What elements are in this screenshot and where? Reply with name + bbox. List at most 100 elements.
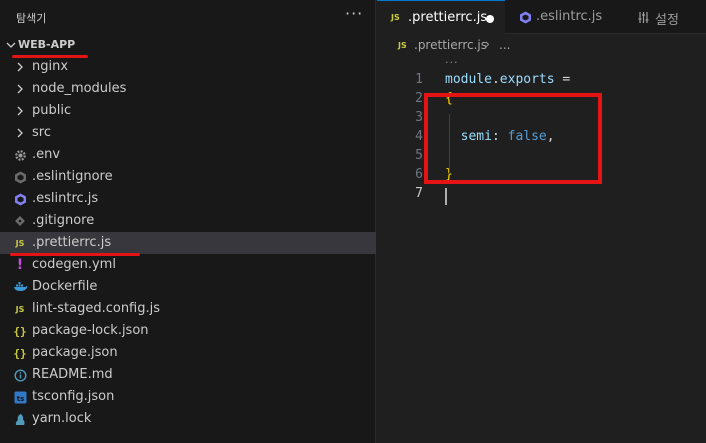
tree-item-icon-wrap: {} bbox=[12, 323, 28, 339]
code-token: module bbox=[445, 72, 492, 87]
text-cursor bbox=[445, 188, 447, 205]
tree-file[interactable]: .eslintrc.js bbox=[0, 188, 376, 210]
tab-eslintrc[interactable]: .eslintrc.js bbox=[505, 0, 623, 34]
tree-item-icon-wrap bbox=[12, 81, 28, 97]
tree-file[interactable]: JS lint-staged.config.js bbox=[0, 298, 376, 320]
tree-file[interactable]: Dockerfile bbox=[0, 276, 376, 298]
tree-file[interactable]: {} package-lock.json bbox=[0, 320, 376, 342]
breadcrumb-file[interactable]: .prettierrc.js bbox=[414, 38, 487, 52]
tree-item-icon-wrap bbox=[12, 169, 28, 185]
chevron-right-icon bbox=[17, 128, 23, 138]
yarn-icon bbox=[15, 413, 25, 425]
code-editor[interactable]: ··· 1 module.exports = 2{3 4 semi: false, 5 6… bbox=[377, 56, 706, 443]
eslint-icon bbox=[520, 11, 531, 24]
code-token: . bbox=[491, 72, 500, 87]
tree-file[interactable]: {} package.json bbox=[0, 342, 376, 364]
line-number: 4 bbox=[415, 129, 423, 144]
tree-file[interactable]: JS .prettierrc.js bbox=[0, 232, 376, 254]
tree-file[interactable]: ts tsconfig.json bbox=[0, 386, 376, 408]
tree-item-icon-wrap: {} bbox=[12, 345, 28, 361]
tree-item-label: .eslintrc.js bbox=[32, 191, 99, 206]
chevron-right-icon bbox=[17, 84, 23, 94]
root-folder-label: WEB-APP bbox=[18, 38, 76, 51]
tab-label: 설정 bbox=[655, 13, 679, 28]
tree-file[interactable]: README.md bbox=[0, 364, 376, 386]
json-icon: {} bbox=[13, 346, 27, 360]
tree-item-icon-wrap bbox=[12, 213, 28, 229]
tree-item-label: public bbox=[32, 103, 72, 118]
unsaved-dot-icon[interactable] bbox=[486, 15, 494, 23]
tree-item-label: nginx bbox=[32, 59, 69, 74]
tab-prettierrc[interactable]: JS .prettierrc.js bbox=[377, 0, 505, 34]
json-icon: {} bbox=[13, 324, 27, 338]
line-number: 3 bbox=[415, 110, 423, 125]
tree-item-icon-wrap: ! bbox=[12, 257, 28, 273]
explorer-sidebar: 탐색기 ··· WEB-APP nginx node_modulespublic s… bbox=[0, 0, 376, 443]
yaml-icon: ! bbox=[16, 257, 24, 273]
tree-item-label: Dockerfile bbox=[32, 279, 98, 294]
info-icon bbox=[13, 368, 27, 382]
gear-icon bbox=[14, 149, 26, 161]
tree-item-icon-wrap bbox=[12, 125, 28, 141]
tree-file[interactable]: .env bbox=[0, 144, 376, 166]
tree-item-label: codegen.yml bbox=[32, 257, 116, 272]
tree-item-label: package-lock.json bbox=[32, 323, 149, 338]
tab-label: .eslintrc.js bbox=[536, 9, 603, 24]
tree-item-label: yarn.lock bbox=[32, 411, 92, 426]
typescript-icon: ts bbox=[14, 391, 26, 403]
tree-item-icon-wrap bbox=[12, 279, 28, 295]
annotation-box bbox=[424, 93, 602, 184]
chevron-right-icon bbox=[17, 106, 23, 116]
line-number: 2 bbox=[415, 91, 423, 106]
explorer-header: 탐색기 ··· bbox=[0, 0, 376, 34]
svg-text:ts: ts bbox=[16, 395, 24, 403]
tree-folder[interactable]: node_modules bbox=[0, 78, 376, 100]
docker-icon bbox=[13, 282, 27, 291]
git-icon bbox=[15, 216, 25, 226]
tree-item-label: .prettierrc.js bbox=[32, 235, 112, 250]
tree-item-icon-wrap: JS bbox=[12, 301, 28, 317]
tree-item-icon-wrap bbox=[12, 147, 28, 163]
annotation-underline-file bbox=[10, 253, 140, 256]
tree-folder[interactable]: nginx bbox=[0, 56, 376, 78]
eslint-icon bbox=[14, 193, 26, 205]
tree-item-label: .eslintignore bbox=[32, 169, 113, 184]
tree-file[interactable]: yarn.lock bbox=[0, 408, 376, 430]
settings-icon bbox=[638, 12, 649, 23]
tree-item-icon-wrap bbox=[12, 103, 28, 119]
root-folder[interactable]: WEB-APP bbox=[0, 34, 376, 56]
code-line: module.exports = bbox=[445, 72, 570, 87]
tree-item-label: lint-staged.config.js bbox=[32, 301, 161, 316]
tree-item-label: .env bbox=[32, 147, 61, 162]
js-icon: JS bbox=[391, 13, 400, 22]
tree-file[interactable]: ! codegen.yml bbox=[0, 254, 376, 276]
tree-item-label: .gitignore bbox=[32, 213, 95, 228]
js-icon: JS bbox=[15, 238, 25, 248]
tree-item-label: src bbox=[32, 125, 51, 140]
line-number: 5 bbox=[415, 148, 423, 163]
tree-folder[interactable]: src bbox=[0, 122, 376, 144]
tree-item-icon-wrap: JS bbox=[12, 235, 28, 251]
tree-item-icon-wrap bbox=[12, 59, 28, 75]
tree-item-label: tsconfig.json bbox=[32, 389, 115, 404]
more-actions-icon[interactable]: ··· bbox=[345, 4, 363, 23]
line-number: 6 bbox=[415, 167, 423, 182]
breadcrumb: JS .prettierrc.js › ... bbox=[377, 34, 706, 56]
tab-settings[interactable]: 설정 bbox=[623, 0, 706, 34]
chevron-down-icon bbox=[6, 42, 16, 48]
tab-bar: JS .prettierrc.js .eslintrc.js 설정 bbox=[377, 0, 706, 34]
line-number: 7 bbox=[415, 186, 423, 201]
tree-item-label: README.md bbox=[32, 367, 113, 382]
js-icon: JS bbox=[15, 304, 25, 314]
codelens-hint: ··· bbox=[445, 56, 459, 69]
tree-item-label: node_modules bbox=[32, 81, 127, 96]
breadcrumb-more[interactable]: ... bbox=[499, 38, 510, 52]
eslint-icon bbox=[14, 171, 26, 183]
tree-item-icon-wrap bbox=[12, 191, 28, 207]
tree-folder[interactable]: public bbox=[0, 100, 376, 122]
tree-file[interactable]: .gitignore bbox=[0, 210, 376, 232]
chevron-right-icon bbox=[17, 62, 23, 72]
tree-file[interactable]: .eslintignore bbox=[0, 166, 376, 188]
tree-item-icon-wrap bbox=[12, 411, 28, 427]
tree-item-icon-wrap: ts bbox=[12, 389, 28, 405]
